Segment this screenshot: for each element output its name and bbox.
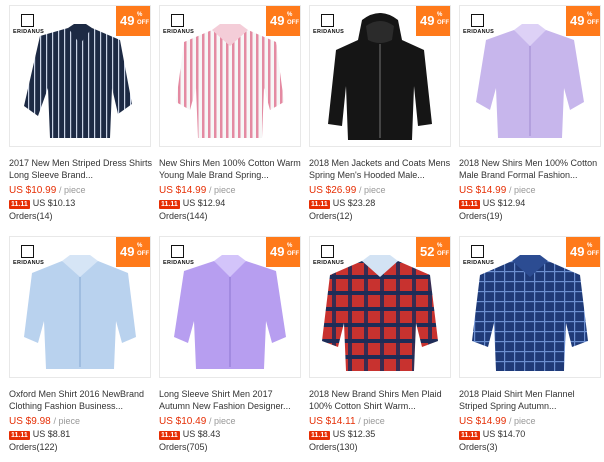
product-price: US $14.11 / piece	[309, 416, 385, 427]
promo-price: 11.11 US $10.13	[9, 198, 76, 209]
promo-price: 11.11 US $8.81	[9, 429, 71, 440]
promo-price: 11.11 US $14.70	[459, 429, 526, 440]
brand-logo: ERIDANUS	[13, 14, 44, 36]
product-price: US $26.99 / piece	[309, 185, 386, 196]
brand-logo: ERIDANUS	[313, 245, 344, 267]
order-count: Orders(122)	[9, 442, 58, 452]
promo-tag: 11.11	[309, 200, 330, 209]
order-count: Orders(130)	[309, 442, 358, 452]
product-image[interactable]: ERIDANUS 49% OFF	[459, 5, 601, 147]
promo-price: 11.11 US $12.94	[159, 198, 226, 209]
promo-price: 11.11 US $8.43	[159, 429, 221, 440]
product-card[interactable]: ERIDANUS 49% OFF Long Sleeve Shirt Men 20…	[159, 236, 301, 462]
product-card[interactable]: ERIDANUS 49% OFF 2017 New Men Striped Dre…	[9, 5, 152, 231]
brand-logo: ERIDANUS	[463, 14, 494, 36]
discount-badge: 49% OFF	[116, 237, 150, 267]
discount-badge: 49% OFF	[266, 6, 300, 36]
product-price: US $14.99 / piece	[459, 416, 536, 427]
product-price: US $9.98 / piece	[9, 416, 81, 427]
order-count: Orders(12)	[309, 211, 353, 221]
promo-price: 11.11 US $23.28	[309, 198, 376, 209]
product-price: US $10.49 / piece	[159, 416, 236, 427]
product-image[interactable]: ERIDANUS 49% OFF	[9, 236, 151, 378]
product-title[interactable]: Oxford Men Shirt 2016 NewBrand Clothing …	[9, 388, 155, 412]
product-price: US $10.99 / piece	[9, 185, 86, 196]
order-count: Orders(19)	[459, 211, 503, 221]
product-title[interactable]: 2018 New Brand Shirs Men Plaid 100% Cott…	[309, 388, 455, 412]
order-count: Orders(3)	[459, 442, 498, 452]
product-image[interactable]: ERIDANUS 49% OFF	[159, 236, 301, 378]
brand-logo: ERIDANUS	[163, 14, 194, 36]
discount-badge: 49% OFF	[116, 6, 150, 36]
product-title[interactable]: 2018 Plaid Shirt Men Flannel Striped Spr…	[459, 388, 604, 412]
brand-logo: ERIDANUS	[163, 245, 194, 267]
promo-tag: 11.11	[309, 431, 330, 440]
order-count: Orders(705)	[159, 442, 208, 452]
promo-tag: 11.11	[159, 431, 180, 440]
brand-logo: ERIDANUS	[13, 245, 44, 267]
promo-price: 11.11 US $12.94	[459, 198, 526, 209]
brand-logo: ERIDANUS	[313, 14, 344, 36]
product-price: US $14.99 / piece	[459, 185, 536, 196]
discount-badge: 49% OFF	[566, 237, 600, 267]
product-title[interactable]: New Shirs Men 100% Cotton Warm Young Mal…	[159, 157, 305, 181]
discount-badge: 49% OFF	[266, 237, 300, 267]
promo-tag: 11.11	[9, 431, 30, 440]
promo-tag: 11.11	[9, 200, 30, 209]
product-image[interactable]: ERIDANUS 49% OFF	[9, 5, 151, 147]
product-image[interactable]: ERIDANUS 49% OFF	[159, 5, 301, 147]
product-title[interactable]: 2017 New Men Striped Dress Shirts Long S…	[9, 157, 155, 181]
brand-logo: ERIDANUS	[463, 245, 494, 267]
promo-price: 11.11 US $12.35	[309, 429, 376, 440]
product-image[interactable]: ERIDANUS 49% OFF	[309, 5, 451, 147]
product-card[interactable]: ERIDANUS 52% OFF 2018 New Brand Shirs Men…	[309, 236, 451, 462]
order-count: Orders(144)	[159, 211, 208, 221]
promo-tag: 11.11	[459, 200, 480, 209]
order-count: Orders(14)	[9, 211, 53, 221]
product-card[interactable]: ERIDANUS 49% OFF Oxford Men Shirt 2016 Ne…	[9, 236, 151, 462]
product-card[interactable]: ERIDANUS 49% OFF 2018 Plaid Shirt Men Fla…	[459, 236, 601, 462]
promo-tag: 11.11	[459, 431, 480, 440]
product-title[interactable]: 2018 New Shirs Men 100% Cotton Male Bran…	[459, 157, 604, 181]
product-price: US $14.99 / piece	[159, 185, 236, 196]
discount-badge: 49% OFF	[566, 6, 600, 36]
promo-tag: 11.11	[159, 200, 180, 209]
discount-badge: 52% OFF	[416, 237, 450, 267]
product-card[interactable]: ERIDANUS 49% OFF 2018 New Shirs Men 100% …	[459, 5, 601, 231]
product-card[interactable]: ERIDANUS 49% OFF 2018 Men Jackets and Coa…	[309, 5, 451, 231]
product-image[interactable]: ERIDANUS 52% OFF	[309, 236, 451, 378]
product-card[interactable]: ERIDANUS 49% OFF New Shirs Men 100% Cotto…	[159, 5, 301, 231]
product-title[interactable]: 2018 Men Jackets and Coats Mens Spring M…	[309, 157, 455, 181]
product-title[interactable]: Long Sleeve Shirt Men 2017 Autumn New Fa…	[159, 388, 305, 412]
discount-badge: 49% OFF	[416, 6, 450, 36]
product-image[interactable]: ERIDANUS 49% OFF	[459, 236, 601, 378]
